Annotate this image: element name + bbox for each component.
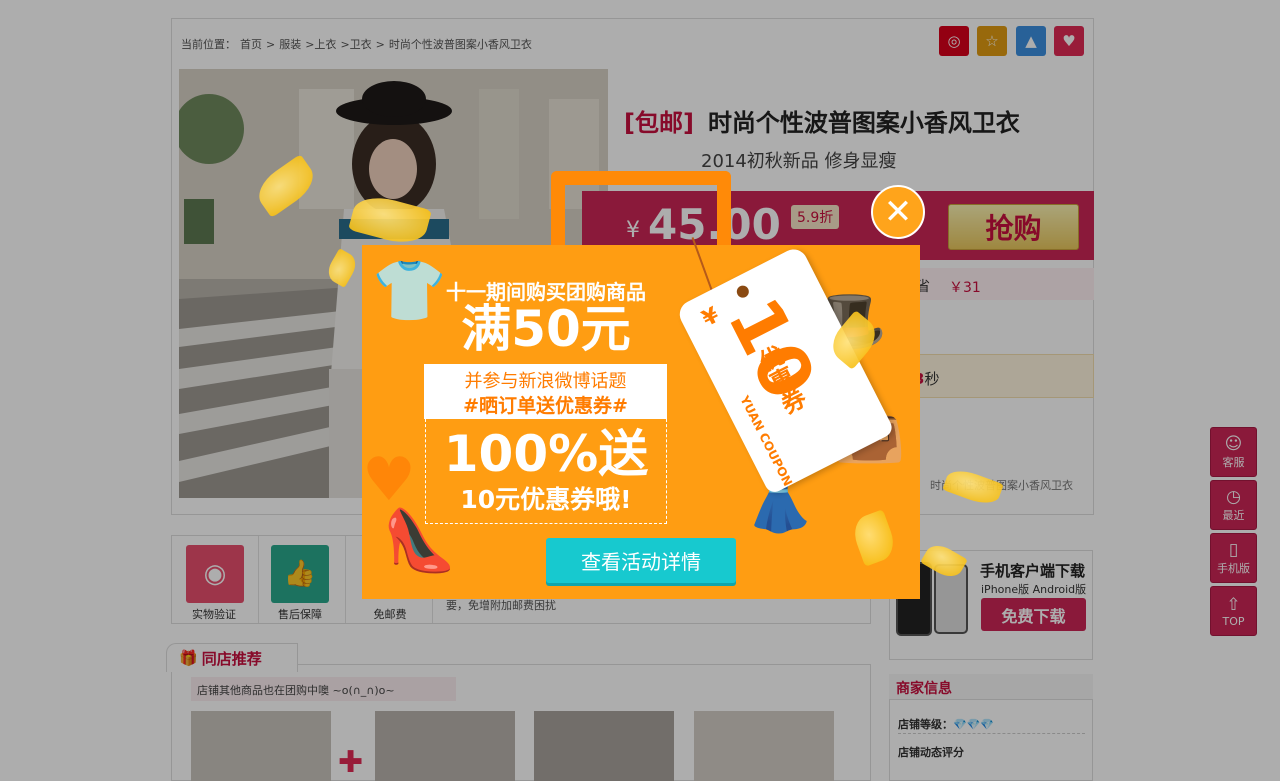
- close-icon[interactable]: ✕: [871, 185, 925, 239]
- promo-topic-line1: 并参与新浪微博话题: [464, 371, 627, 392]
- tag-hole: [734, 283, 751, 300]
- promo-coupon-text: 10元优惠券哦!: [460, 485, 632, 514]
- promo-topic-hashtag: #晒订单送优惠券#: [463, 395, 628, 417]
- promo-threshold: 满50元: [461, 300, 631, 358]
- promo-percent: 100%送: [443, 425, 649, 483]
- view-details-button[interactable]: 查看活动详情: [546, 538, 736, 583]
